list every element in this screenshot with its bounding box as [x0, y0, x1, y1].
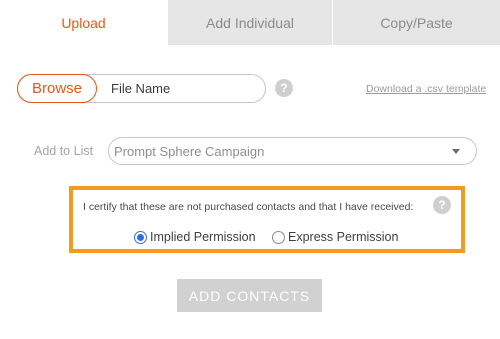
chevron-down-icon: [452, 149, 460, 154]
file-input[interactable]: Browse File Name: [17, 74, 266, 103]
help-icon[interactable]: ?: [275, 79, 293, 97]
express-permission-label: Express Permission: [288, 230, 399, 244]
download-csv-template-link[interactable]: Download a .csv template: [366, 83, 486, 95]
certify-permission-box: I certify that these are not purchased c…: [69, 186, 465, 253]
implied-permission-label: Implied Permission: [150, 230, 256, 244]
tab-bar: Upload Add Individual Copy/Paste: [0, 0, 500, 45]
implied-permission-radio[interactable]: Implied Permission: [134, 230, 256, 244]
add-to-list-label: Add to List: [34, 144, 94, 158]
tab-upload[interactable]: Upload: [0, 0, 167, 45]
file-name-text: File Name: [111, 81, 171, 96]
browse-button[interactable]: Browse: [17, 74, 97, 103]
add-contacts-button[interactable]: ADD CONTACTS: [177, 279, 322, 312]
help-icon[interactable]: ?: [433, 196, 451, 214]
tab-add-individual[interactable]: Add Individual: [167, 0, 332, 45]
certify-text: I certify that these are not purchased c…: [83, 201, 414, 213]
tab-copy-paste[interactable]: Copy/Paste: [332, 0, 500, 45]
list-select-value: Prompt Sphere Campaign: [114, 144, 265, 159]
list-select[interactable]: Prompt Sphere Campaign: [108, 137, 477, 165]
express-permission-radio[interactable]: Express Permission: [272, 230, 398, 244]
radio-button-unchecked[interactable]: [272, 230, 285, 244]
radio-button-checked[interactable]: [134, 230, 147, 244]
